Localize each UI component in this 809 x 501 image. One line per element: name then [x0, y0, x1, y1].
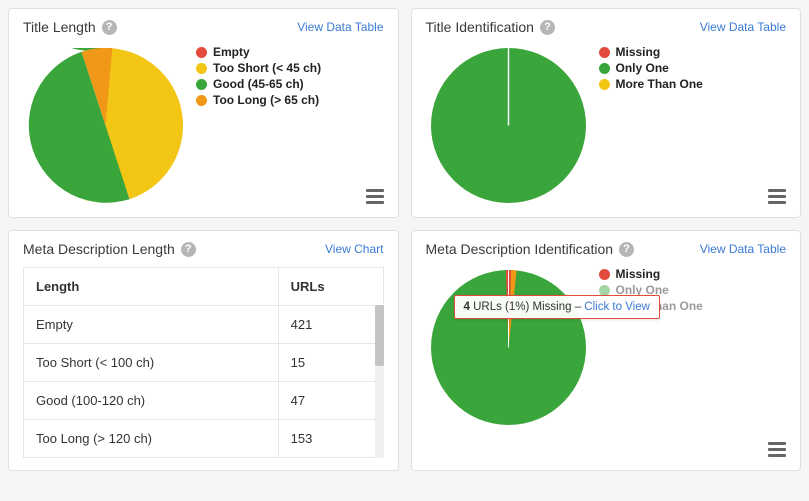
legend-label: Too Short (< 45 ch): [213, 61, 321, 75]
card-title-length: Title Length ? View Data Table: [8, 8, 399, 218]
view-data-table-link[interactable]: View Data Table: [700, 242, 786, 256]
scrollbar[interactable]: [375, 305, 384, 458]
legend-item-good[interactable]: Good (45-65 ch): [196, 77, 384, 91]
legend-dot-icon: [599, 269, 610, 280]
chart-area: Missing Only One More Than One 4 URLs (1…: [426, 267, 787, 427]
card-header: Meta Description Length ? View Chart: [23, 241, 384, 257]
legend-dot-icon: [599, 63, 610, 74]
view-chart-link[interactable]: View Chart: [325, 242, 383, 256]
legend-item-missing[interactable]: Missing: [599, 45, 787, 59]
legend-label: Too Long (> 65 ch): [213, 93, 319, 107]
card-title-text: Title Length: [23, 19, 96, 35]
card-header: Title Length ? View Data Table: [23, 19, 384, 35]
legend-dot-icon: [196, 95, 207, 106]
tooltip-text: URLs (1%) Missing –: [470, 301, 584, 313]
legend-label: Empty: [213, 45, 250, 59]
card-title: Title Length ?: [23, 19, 117, 35]
legend-dot-icon: [196, 79, 207, 90]
legend: Empty Too Short (< 45 ch) Good (45-65 ch…: [196, 45, 384, 205]
card-header: Meta Description Identification ? View D…: [426, 241, 787, 257]
table-header-row: Length URLs: [24, 268, 384, 306]
legend-label: Missing: [616, 45, 661, 59]
card-meta-description-identification: Meta Description Identification ? View D…: [411, 230, 802, 471]
table-row[interactable]: Too Long (> 120 ch) 153: [24, 420, 384, 458]
help-icon[interactable]: ?: [619, 242, 634, 257]
legend-label: More Than One: [616, 77, 703, 91]
card-title-identification: Title Identification ? View Data Table M…: [411, 8, 802, 218]
chart-menu-icon[interactable]: [768, 439, 786, 460]
legend-label: Good (45-65 ch): [213, 77, 304, 91]
tooltip-link[interactable]: Click to View: [584, 301, 650, 313]
pie-chart-title-length[interactable]: [23, 45, 188, 205]
view-data-table-link[interactable]: View Data Table: [700, 20, 786, 34]
view-data-table-link[interactable]: View Data Table: [297, 20, 383, 34]
help-icon[interactable]: ?: [102, 20, 117, 35]
cell-label: Too Long (> 120 ch): [24, 420, 279, 458]
cell-label: Good (100-120 ch): [24, 382, 279, 420]
legend-label: Only One: [616, 61, 669, 75]
legend-dot-icon: [196, 63, 207, 74]
cell-label: Too Short (< 100 ch): [24, 344, 279, 382]
cell-value: 421: [278, 306, 383, 344]
legend-item-too-long[interactable]: Too Long (> 65 ch): [196, 93, 384, 107]
cell-value: 15: [278, 344, 383, 382]
chart-menu-icon[interactable]: [366, 186, 384, 207]
legend-dot-icon: [599, 47, 610, 58]
pie-chart-meta-identification[interactable]: [426, 267, 591, 427]
help-icon[interactable]: ?: [181, 242, 196, 257]
data-table: Length URLs Empty 421 Too Short (< 100 c…: [23, 267, 384, 458]
scrollbar-thumb[interactable]: [375, 305, 384, 366]
card-title-text: Meta Description Identification: [426, 241, 614, 257]
table-row[interactable]: Good (100-120 ch) 47: [24, 382, 384, 420]
chart-tooltip[interactable]: 4 URLs (1%) Missing – Click to View: [454, 295, 660, 319]
card-title-text: Meta Description Length: [23, 241, 175, 257]
legend-item-empty[interactable]: Empty: [196, 45, 384, 59]
table-row[interactable]: Too Short (< 100 ch) 15: [24, 344, 384, 382]
cell-label: Empty: [24, 306, 279, 344]
chart-area: Empty Too Short (< 45 ch) Good (45-65 ch…: [23, 45, 384, 205]
table-row[interactable]: Empty 421: [24, 306, 384, 344]
cell-value: 47: [278, 382, 383, 420]
legend: Missing Only One More Than One: [599, 45, 787, 205]
legend: Missing Only One More Than One: [599, 267, 787, 427]
legend-item-more-than-one[interactable]: More Than One: [599, 77, 787, 91]
help-icon[interactable]: ?: [540, 20, 555, 35]
card-title: Meta Description Identification ?: [426, 241, 635, 257]
pie-chart-title-identification[interactable]: [426, 45, 591, 205]
legend-dot-icon: [196, 47, 207, 58]
card-meta-description-length: Meta Description Length ? View Chart Len…: [8, 230, 399, 471]
card-title-text: Title Identification: [426, 19, 534, 35]
card-header: Title Identification ? View Data Table: [426, 19, 787, 35]
card-title: Meta Description Length ?: [23, 241, 196, 257]
legend-item-missing[interactable]: Missing: [599, 267, 787, 281]
legend-item-only-one[interactable]: Only One: [599, 61, 787, 75]
legend-dot-icon: [599, 285, 610, 296]
chart-area: Missing Only One More Than One: [426, 45, 787, 205]
legend-item-too-short[interactable]: Too Short (< 45 ch): [196, 61, 384, 75]
card-title: Title Identification ?: [426, 19, 555, 35]
legend-dot-icon: [599, 79, 610, 90]
legend-label: Missing: [616, 267, 661, 281]
col-urls: URLs: [278, 268, 383, 306]
col-length: Length: [24, 268, 279, 306]
chart-menu-icon[interactable]: [768, 186, 786, 207]
cell-value: 153: [278, 420, 383, 458]
